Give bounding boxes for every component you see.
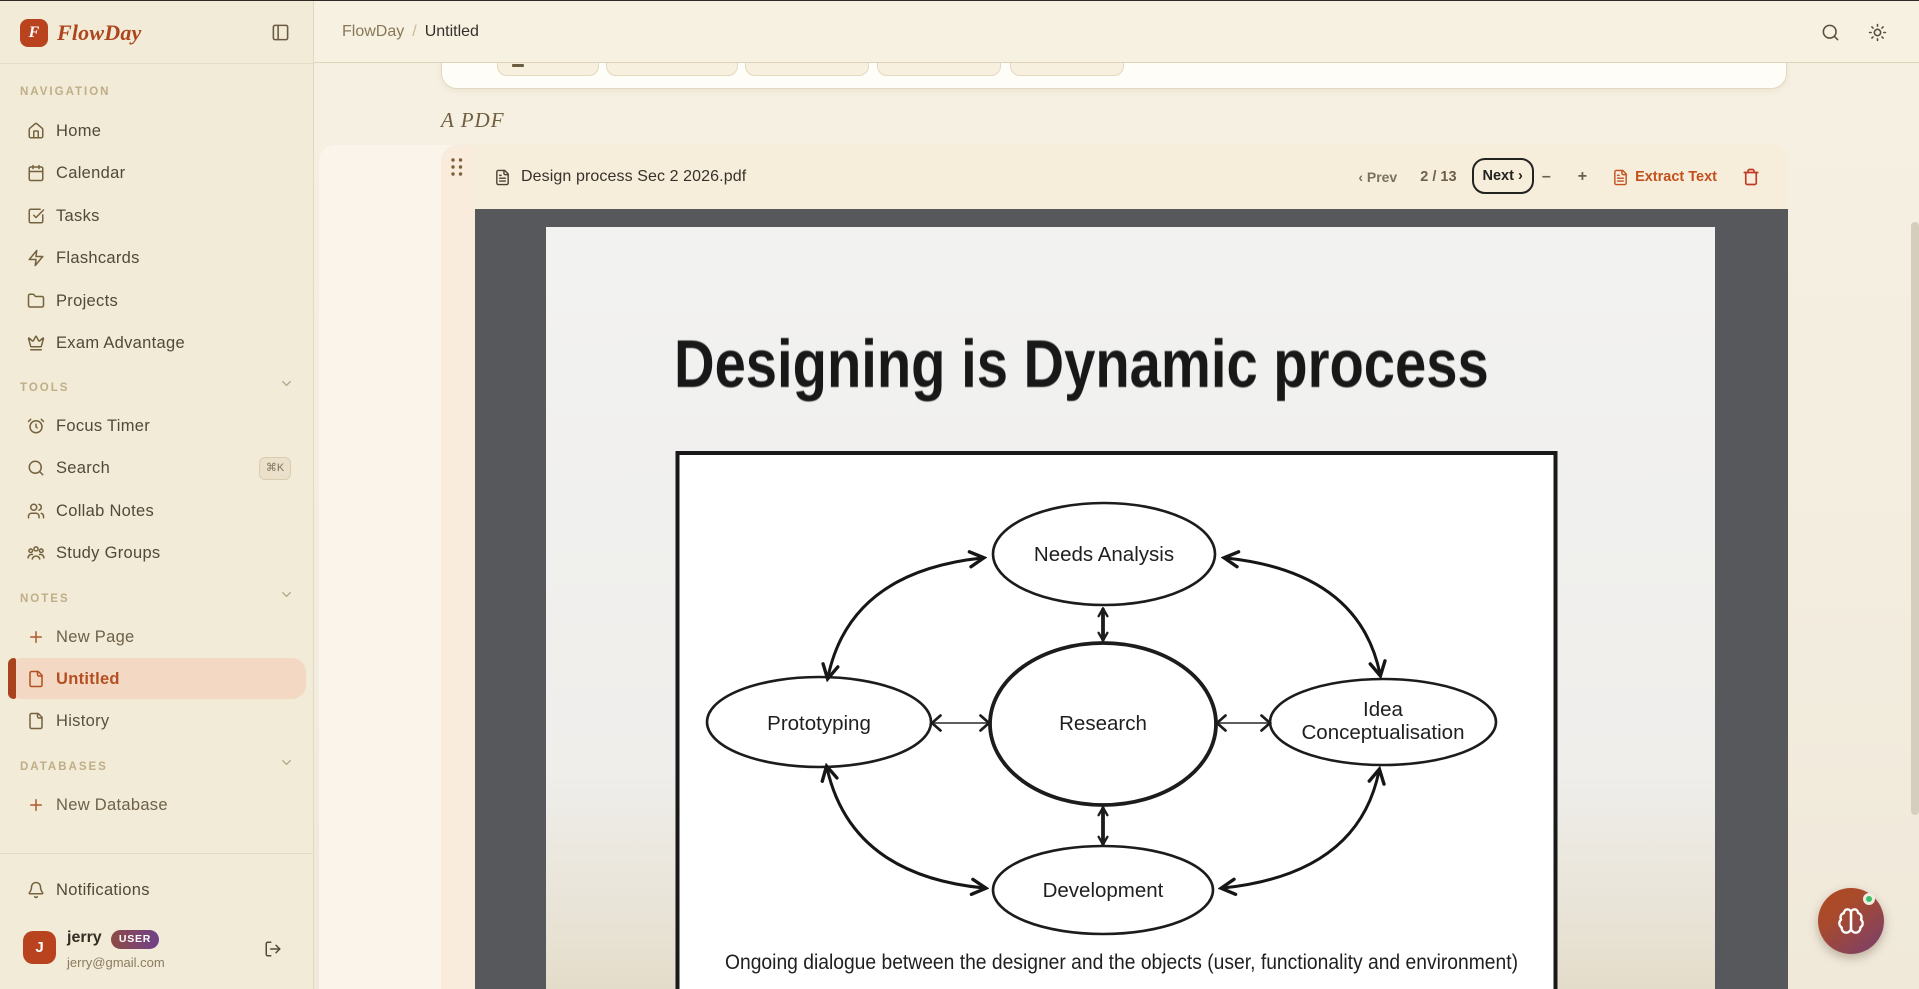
svg-text:Prototyping: Prototyping	[767, 712, 871, 735]
svg-text:Idea: Idea	[1363, 698, 1403, 721]
svg-text:Research: Research	[1059, 712, 1147, 735]
svg-text:Needs Analysis: Needs Analysis	[1034, 543, 1174, 566]
svg-text:Development: Development	[1043, 879, 1164, 902]
svg-text:Conceptualisation: Conceptualisation	[1302, 721, 1465, 744]
svg-text:Ongoing dialogue between the d: Ongoing dialogue between the designer an…	[725, 951, 1518, 974]
